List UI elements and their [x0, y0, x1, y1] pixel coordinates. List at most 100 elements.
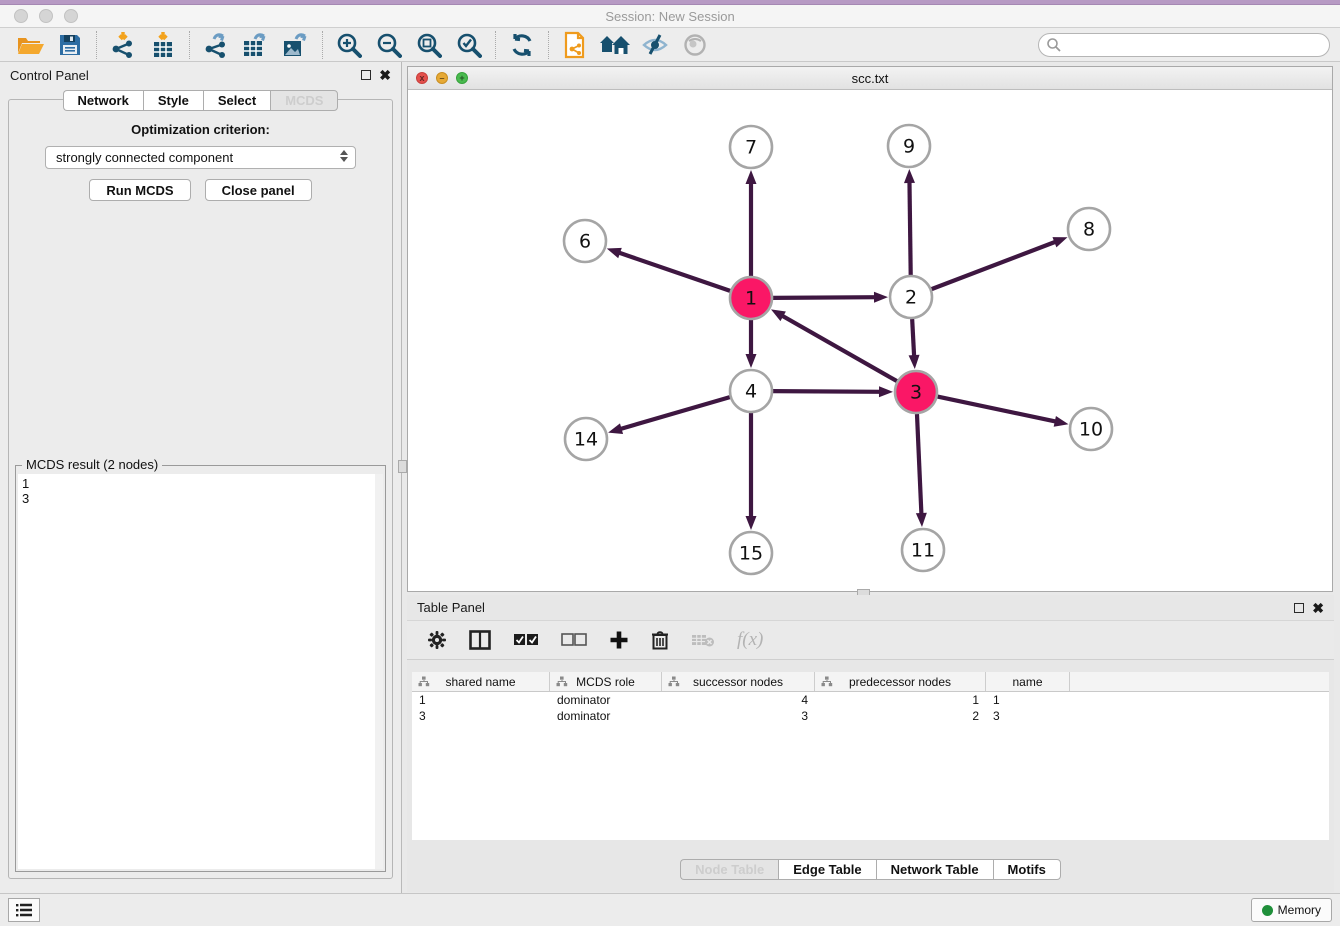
deselect-all-button[interactable]: [561, 633, 587, 647]
column-header-predecessor-nodes[interactable]: predecessor nodes: [815, 672, 986, 691]
graph-edge-2-9[interactable]: [909, 180, 910, 275]
tab-network-table[interactable]: Network Table: [876, 859, 993, 880]
zoom-in-icon: [336, 32, 362, 58]
export-image-button[interactable]: [276, 30, 316, 60]
import-network-icon: [110, 31, 136, 59]
mcds-result-text[interactable]: 1 3: [18, 474, 375, 869]
refresh-button[interactable]: [502, 30, 542, 60]
table-cell[interactable]: 4: [662, 692, 815, 708]
open-session-button[interactable]: [10, 30, 50, 60]
task-history-button[interactable]: [8, 898, 40, 922]
graph-edge-4-14[interactable]: [619, 397, 730, 429]
table-cell[interactable]: 1: [815, 692, 986, 708]
close-table-panel-icon[interactable]: ✖: [1312, 603, 1324, 613]
show-columns-button[interactable]: [469, 630, 491, 650]
table-row[interactable]: 1dominator411: [412, 692, 1329, 708]
table-cell[interactable]: 3: [662, 708, 815, 724]
network-window-title: scc.txt: [408, 71, 1332, 86]
node-table[interactable]: shared nameMCDS rolesuccessor nodesprede…: [412, 672, 1329, 840]
network-canvas[interactable]: 7968124314101511: [408, 90, 1332, 591]
vertical-splitter-handle[interactable]: [398, 460, 407, 473]
column-header-name[interactable]: name: [986, 672, 1070, 691]
export-table-button[interactable]: [236, 30, 276, 60]
export-network-button[interactable]: [196, 30, 236, 60]
table-cell[interactable]: 1: [412, 692, 550, 708]
graph-node-label-3: 3: [910, 382, 922, 404]
tab-mcds[interactable]: MCDS: [270, 90, 338, 111]
optimization-criterion-dropdown[interactable]: strongly connected component: [45, 146, 356, 169]
network-maximize-button[interactable]: +: [456, 72, 468, 84]
table-header-row: shared nameMCDS rolesuccessor nodesprede…: [412, 672, 1329, 692]
graph-edge-1-2[interactable]: [773, 297, 877, 298]
mcds-result-group: MCDS result (2 nodes) 1 3: [15, 465, 386, 872]
float-panel-icon[interactable]: [361, 70, 371, 80]
save-session-button[interactable]: [50, 30, 90, 60]
tab-node-table[interactable]: Node Table: [680, 859, 778, 880]
delete-row-button[interactable]: [651, 630, 669, 650]
graph-edge-2-8[interactable]: [932, 241, 1058, 289]
trash-icon: [651, 630, 669, 650]
table-cell[interactable]: 3: [412, 708, 550, 724]
zoom-in-button[interactable]: [329, 30, 369, 60]
table-cell[interactable]: 3: [986, 708, 1070, 724]
tab-edge-table[interactable]: Edge Table: [778, 859, 875, 880]
close-panel-button[interactable]: Close panel: [205, 179, 312, 201]
network-close-button[interactable]: x: [416, 72, 428, 84]
column-header-shared-name[interactable]: shared name: [412, 672, 550, 691]
column-header-successor-nodes[interactable]: successor nodes: [662, 672, 815, 691]
graph-edge-1-6[interactable]: [617, 252, 730, 291]
zoom-out-button[interactable]: [369, 30, 409, 60]
toolbar-separator: [495, 31, 496, 59]
graph-edge-2-3[interactable]: [912, 319, 914, 358]
search-input[interactable]: [1038, 33, 1330, 57]
table-cell[interactable]: 2: [815, 708, 986, 724]
graph-edge-4-3[interactable]: [773, 391, 882, 392]
result-scrollbar[interactable]: [375, 474, 383, 869]
network-window-titlebar[interactable]: x – + scc.txt: [408, 67, 1332, 90]
tab-network[interactable]: Network: [63, 90, 143, 111]
graph-edge-3-11[interactable]: [917, 414, 922, 516]
graph-edge-3-10[interactable]: [938, 397, 1058, 422]
table-panel-header: Table Panel ✖: [407, 595, 1334, 620]
graph-edge-3-1[interactable]: [781, 315, 897, 381]
run-mcds-button[interactable]: Run MCDS: [89, 179, 190, 201]
graph-arrowhead: [904, 169, 915, 183]
mcds-result-title: MCDS result (2 nodes): [22, 457, 162, 472]
zoom-out-icon: [376, 32, 402, 58]
attribute-type-icon: [821, 676, 833, 687]
table-cell[interactable]: dominator: [550, 692, 662, 708]
close-panel-icon[interactable]: ✖: [379, 70, 391, 80]
attribute-type-icon: [556, 676, 568, 687]
zoom-fit-button[interactable]: [409, 30, 449, 60]
home-button[interactable]: [595, 30, 635, 60]
tab-motifs[interactable]: Motifs: [993, 859, 1061, 880]
refresh-icon: [509, 32, 535, 58]
select-all-button[interactable]: [513, 633, 539, 647]
delete-column-button: [691, 632, 715, 648]
function-builder-button: f(x): [737, 629, 763, 651]
tab-select[interactable]: Select: [203, 90, 270, 111]
window-title: Session: New Session: [0, 9, 1340, 24]
table-row[interactable]: 3dominator323: [412, 708, 1329, 724]
table-cell[interactable]: 1: [986, 692, 1070, 708]
tab-style[interactable]: Style: [143, 90, 203, 111]
export-table-icon: [241, 31, 271, 59]
import-network-button[interactable]: [103, 30, 143, 60]
memory-button[interactable]: Memory: [1251, 898, 1332, 922]
titlebar[interactable]: Session: New Session: [0, 5, 1340, 28]
show-all-button[interactable]: [675, 30, 715, 60]
hide-selected-button[interactable]: [635, 30, 675, 60]
add-column-button[interactable]: [609, 630, 629, 650]
clone-network-button[interactable]: [555, 30, 595, 60]
gear-icon: [427, 630, 447, 650]
control-panel-title: Control Panel: [10, 68, 89, 83]
graph-node-label-2: 2: [905, 287, 917, 309]
cytoscape-window: Session: New Session: [0, 0, 1340, 926]
float-table-panel-icon[interactable]: [1294, 603, 1304, 613]
import-table-button[interactable]: [143, 30, 183, 60]
table-settings-button[interactable]: [427, 630, 447, 650]
table-cell[interactable]: dominator: [550, 708, 662, 724]
network-minimize-button[interactable]: –: [436, 72, 448, 84]
column-header-MCDS-role[interactable]: MCDS role: [550, 672, 662, 691]
zoom-selected-button[interactable]: [449, 30, 489, 60]
